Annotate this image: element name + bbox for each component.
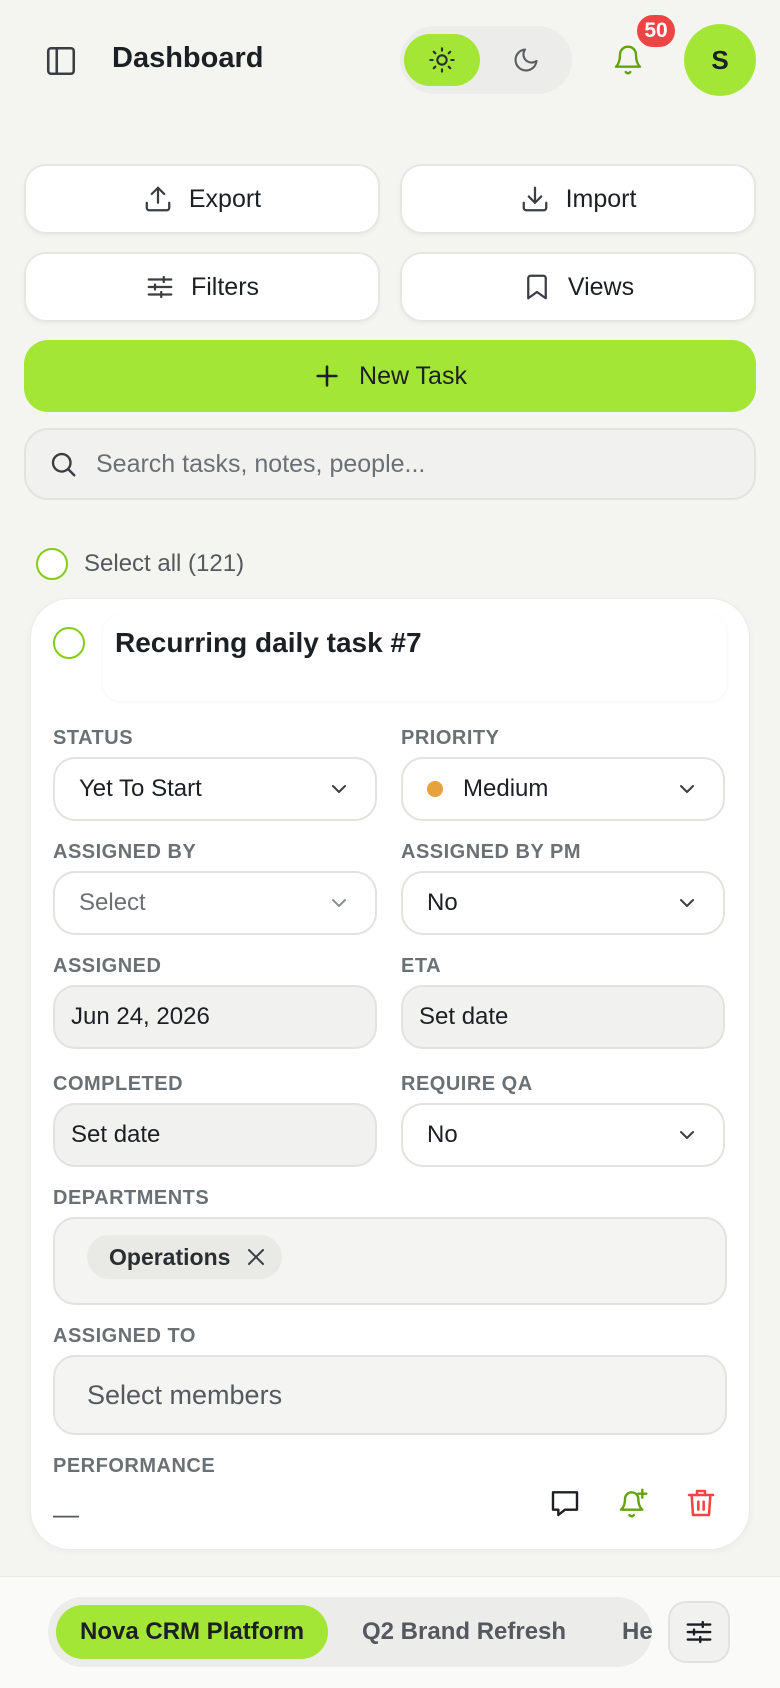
assigned-to-placeholder: Select members [87, 1379, 283, 1410]
status-select[interactable]: Yet To Start [53, 757, 377, 821]
assigned-to-label: ASSIGNED TO [53, 1325, 196, 1347]
delete-button[interactable] [679, 1481, 723, 1525]
assigned-by-value: Select [79, 889, 146, 916]
chevron-down-icon [332, 899, 346, 907]
notification-badge: 50 [634, 12, 678, 50]
priority-label: PRIORITY [401, 727, 500, 749]
assigned-by-label: ASSIGNED BY [53, 841, 197, 863]
bell-icon [614, 45, 642, 75]
chevron-down-icon [680, 1131, 694, 1139]
require-qa-select[interactable]: No [401, 1103, 725, 1167]
assigned-date-value: Jun 24, 2026 [71, 1003, 210, 1030]
department-chip: Operations [87, 1235, 283, 1279]
assigned-to-field[interactable]: Select members [53, 1355, 727, 1435]
moon-icon [514, 48, 538, 72]
project-tab-active[interactable]: Nova CRM Platform [56, 1605, 329, 1659]
assigned-by-pm-select[interactable]: No [401, 871, 725, 935]
search-icon [51, 452, 76, 477]
chevron-down-icon [680, 785, 694, 793]
sliders-icon [147, 275, 173, 299]
add-reminder-button[interactable] [611, 1481, 655, 1525]
project-tab[interactable]: He [622, 1605, 652, 1659]
require-qa-value: No [427, 1121, 458, 1148]
comment-icon [551, 1491, 579, 1517]
task-title[interactable]: Recurring daily task #7 [115, 627, 422, 659]
bookmark-icon [527, 274, 547, 300]
select-all-label: Select all (121) [84, 550, 245, 577]
views-button[interactable]: Views [400, 252, 756, 322]
priority-select[interactable]: Medium [401, 757, 725, 821]
sidebar-icon [46, 46, 76, 76]
eta-date-value: Set date [419, 1003, 509, 1030]
trash-icon [687, 1489, 715, 1517]
department-chip-label: Operations [109, 1243, 231, 1270]
eta-date-field[interactable]: Set date [401, 985, 725, 1049]
sidebar-toggle-button[interactable] [38, 38, 84, 84]
search-bar [24, 428, 756, 500]
avatar[interactable]: S [684, 24, 756, 96]
status-label: STATUS [53, 727, 134, 749]
project-bar: Nova CRM Platform Q2 Brand Refresh He [0, 1576, 780, 1688]
eta-label: ETA [401, 955, 442, 977]
close-icon[interactable] [244, 1245, 268, 1269]
new-task-button[interactable]: New Task [24, 340, 756, 412]
filters-button[interactable]: Filters [24, 252, 380, 322]
assigned-by-pm-label: ASSIGNED BY PM [401, 841, 581, 863]
plus-icon [316, 365, 338, 387]
project-tabs: Nova CRM Platform Q2 Brand Refresh He [48, 1597, 652, 1667]
task-card: Recurring daily task #7 STATUS PRIORITY … [30, 598, 750, 1550]
bell-plus-icon [619, 1488, 648, 1518]
theme-toggle [400, 26, 572, 94]
upload-icon [145, 186, 171, 212]
priority-value: Medium [463, 775, 549, 802]
completed-label: COMPLETED [53, 1073, 184, 1095]
page-title: Dashboard [112, 42, 264, 74]
task-checkbox[interactable] [53, 627, 85, 659]
views-label: Views [567, 272, 635, 301]
import-button[interactable]: Import [400, 164, 756, 234]
status-value: Yet To Start [79, 775, 202, 802]
chevron-down-icon [680, 899, 694, 907]
light-theme-button[interactable] [404, 34, 480, 86]
project-tab[interactable]: Q2 Brand Refresh [362, 1605, 566, 1659]
assigned-label: ASSIGNED [53, 955, 162, 977]
new-task-label: New Task [359, 361, 467, 390]
app-header: Dashboard 50 S [0, 0, 780, 120]
departments-field[interactable]: Operations [53, 1217, 727, 1305]
departments-label: DEPARTMENTS [53, 1187, 210, 1209]
select-all[interactable]: Select all (121) [36, 548, 244, 580]
performance-label: PERFORMANCE [53, 1455, 216, 1477]
comment-button[interactable] [543, 1481, 587, 1525]
project-settings-button[interactable] [668, 1601, 730, 1663]
import-label: Import [565, 184, 637, 213]
dark-theme-button[interactable] [488, 34, 564, 86]
completed-date-value: Set date [71, 1121, 161, 1148]
require-qa-label: REQUIRE QA [401, 1073, 533, 1095]
sliders-icon [686, 1620, 712, 1644]
search-input[interactable] [96, 449, 716, 479]
chevron-down-icon [332, 785, 346, 793]
assigned-date-field[interactable]: Jun 24, 2026 [53, 985, 377, 1049]
select-all-checkbox[interactable] [36, 548, 68, 580]
completed-date-field[interactable]: Set date [53, 1103, 377, 1167]
export-button[interactable]: Export [24, 164, 380, 234]
assigned-by-select[interactable]: Select [53, 871, 377, 935]
priority-dot [427, 781, 443, 797]
assigned-by-pm-value: No [427, 889, 458, 916]
performance-value: — [53, 1499, 79, 1529]
export-label: Export [188, 184, 262, 213]
download-icon [522, 186, 547, 212]
sun-icon [429, 47, 455, 73]
filters-label: Filters [190, 272, 260, 301]
